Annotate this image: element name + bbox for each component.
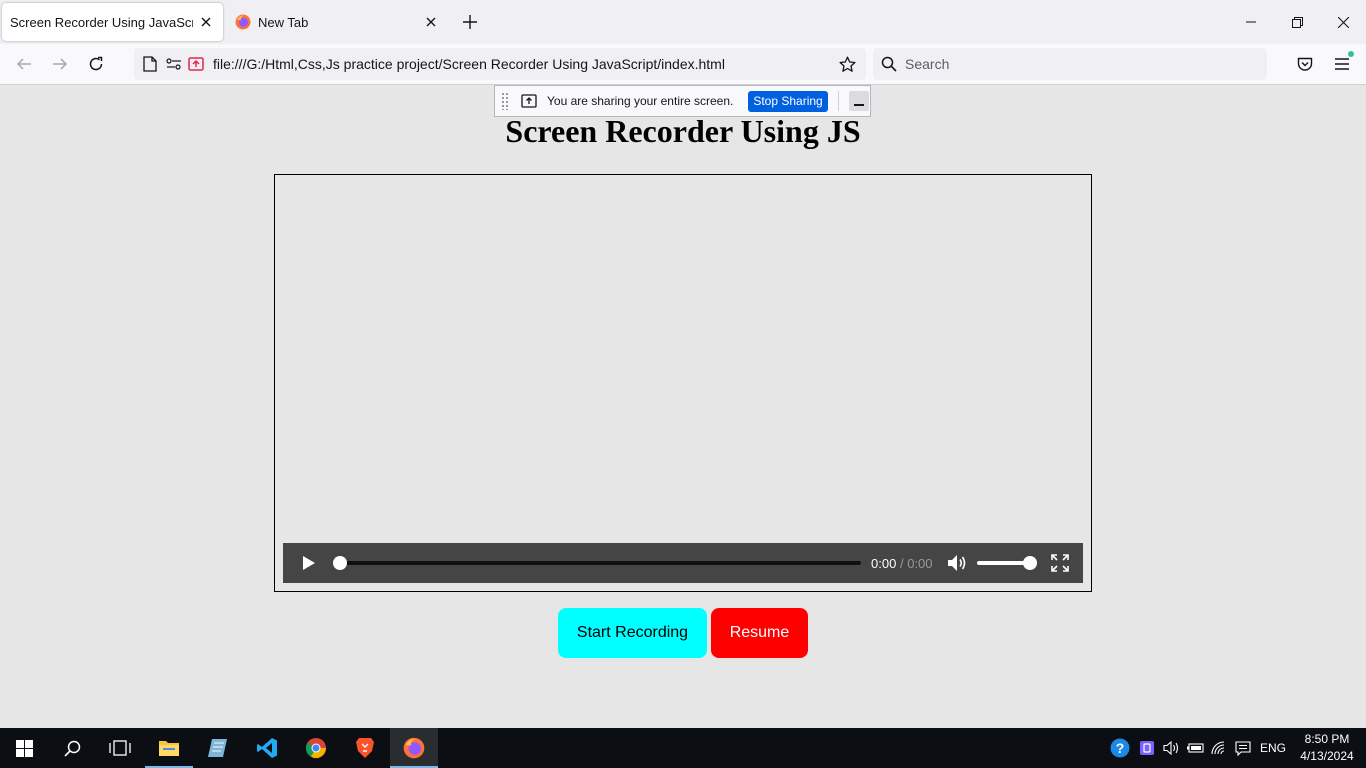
speaker-icon <box>1162 741 1178 755</box>
page-icon <box>139 53 161 75</box>
windows-start-icon <box>15 739 33 757</box>
notifications-tray-button[interactable] <box>1232 728 1254 768</box>
action-center-icon <box>1235 740 1251 756</box>
restore-icon <box>1291 16 1303 28</box>
start-button[interactable] <box>0 728 48 768</box>
back-button[interactable] <box>9 49 39 79</box>
help-tray-button[interactable]: ? <box>1108 728 1132 768</box>
close-window-button[interactable] <box>1320 0 1366 44</box>
navigation-toolbar: file:///G:/Html,Css,Js practice project/… <box>0 44 1366 85</box>
play-button[interactable] <box>285 543 333 583</box>
network-tray-button[interactable] <box>1208 728 1230 768</box>
battery-icon <box>1187 743 1204 753</box>
time-separator: / <box>899 555 904 571</box>
volume-slider[interactable] <box>976 543 1037 583</box>
current-time: 0:00 <box>871 555 897 571</box>
search-icon <box>63 740 80 757</box>
clock-date: 4/13/2024 <box>1300 749 1354 763</box>
permissions-icon[interactable] <box>163 53 185 75</box>
stop-sharing-button[interactable]: Stop Sharing <box>748 90 828 112</box>
time-display: 0:00 / 0:00 <box>871 556 933 571</box>
phone-link-tray-button[interactable] <box>1136 728 1158 768</box>
firefox-taskbar-button[interactable] <box>390 728 438 768</box>
minimize-window-button[interactable] <box>1228 0 1274 44</box>
input-language[interactable]: ENG <box>1260 728 1286 768</box>
seek-thumb[interactable] <box>333 556 347 570</box>
volume-icon <box>947 555 965 571</box>
reload-icon <box>89 56 103 71</box>
taskbar: ? ENG 8:50 PM 4/13/2024 <box>0 728 1366 768</box>
seek-track <box>339 561 861 565</box>
pocket-button[interactable] <box>1290 49 1320 79</box>
screen-sharing-indicator-icon[interactable] <box>185 53 207 75</box>
tab-screen-recorder[interactable]: Screen Recorder Using JavaScript <box>2 3 223 41</box>
tab-title: Screen Recorder Using JavaScript <box>10 14 193 30</box>
firefox-icon <box>403 737 425 759</box>
file-explorer-icon <box>159 741 179 756</box>
close-tab-icon[interactable] <box>418 9 444 35</box>
firefox-icon <box>235 14 251 30</box>
arrow-right-icon <box>53 58 68 70</box>
search-icon <box>881 56 897 72</box>
chrome-taskbar-button[interactable] <box>292 728 340 768</box>
minimize-icon <box>1246 21 1256 23</box>
taskbar-search-button[interactable] <box>48 728 96 768</box>
phone-link-icon <box>1140 741 1154 755</box>
seek-slider[interactable] <box>333 543 861 583</box>
update-dot-icon <box>1348 51 1354 57</box>
search-bar[interactable] <box>873 48 1267 80</box>
address-bar[interactable]: file:///G:/Html,Css,Js practice project/… <box>134 48 866 80</box>
restore-window-button[interactable] <box>1274 0 1320 44</box>
chrome-icon <box>305 738 327 759</box>
arrow-left-icon <box>16 58 31 70</box>
task-view-icon <box>109 740 131 756</box>
play-icon <box>303 556 315 570</box>
pocket-icon <box>1297 57 1313 71</box>
drag-handle-icon[interactable] <box>501 92 509 110</box>
volume-thumb[interactable] <box>1022 556 1037 570</box>
fullscreen-icon[interactable] <box>1050 554 1069 572</box>
forward-button[interactable] <box>45 49 75 79</box>
wifi-icon <box>1211 741 1225 755</box>
tab-strip: Screen Recorder Using JavaScript New Tab <box>0 0 1366 44</box>
brave-icon <box>356 738 374 758</box>
close-tab-icon[interactable] <box>193 9 219 35</box>
close-icon <box>1337 16 1349 28</box>
notepad-icon <box>208 739 227 757</box>
video-player[interactable]: 0:00 / 0:00 <box>274 174 1092 592</box>
clock[interactable]: 8:50 PM 4/13/2024 <box>1296 731 1358 765</box>
reload-button[interactable] <box>81 49 111 79</box>
divider <box>837 91 839 111</box>
page-title: Screen Recorder Using JS <box>505 113 861 149</box>
tab-title: New Tab <box>258 14 309 30</box>
screen-share-icon <box>521 94 537 108</box>
mute-button[interactable] <box>947 553 967 573</box>
hamburger-menu-icon <box>1335 58 1349 70</box>
app-menu-button[interactable] <box>1327 49 1357 79</box>
start-recording-button[interactable]: Start Recording <box>558 608 707 658</box>
clock-time: 8:50 PM <box>1304 732 1350 746</box>
new-tab-button[interactable] <box>456 8 484 36</box>
video-controls: 0:00 / 0:00 <box>283 543 1083 583</box>
help-icon: ? <box>1110 738 1130 758</box>
battery-tray-button[interactable] <box>1184 728 1206 768</box>
duration: 0:00 <box>907 555 933 571</box>
vscode-taskbar-button[interactable] <box>243 728 291 768</box>
volume-tray-button[interactable] <box>1160 728 1182 768</box>
notepad-taskbar-button[interactable] <box>194 728 242 768</box>
task-view-button[interactable] <box>96 728 144 768</box>
sharing-message: You are sharing your entire screen. <box>547 94 734 108</box>
tab-new-tab[interactable]: New Tab <box>226 3 448 41</box>
file-explorer-taskbar-button[interactable] <box>145 728 193 768</box>
plus-icon <box>463 15 477 29</box>
bookmark-star-icon[interactable] <box>836 53 858 75</box>
brave-taskbar-button[interactable] <box>341 728 389 768</box>
vscode-icon <box>257 738 277 758</box>
url-text[interactable]: file:///G:/Html,Css,Js practice project/… <box>213 56 836 72</box>
search-input[interactable] <box>905 56 1245 72</box>
svg-text:?: ? <box>1116 740 1125 756</box>
resume-button[interactable]: Resume <box>711 608 808 658</box>
minimize-notification-button[interactable] <box>848 91 869 111</box>
